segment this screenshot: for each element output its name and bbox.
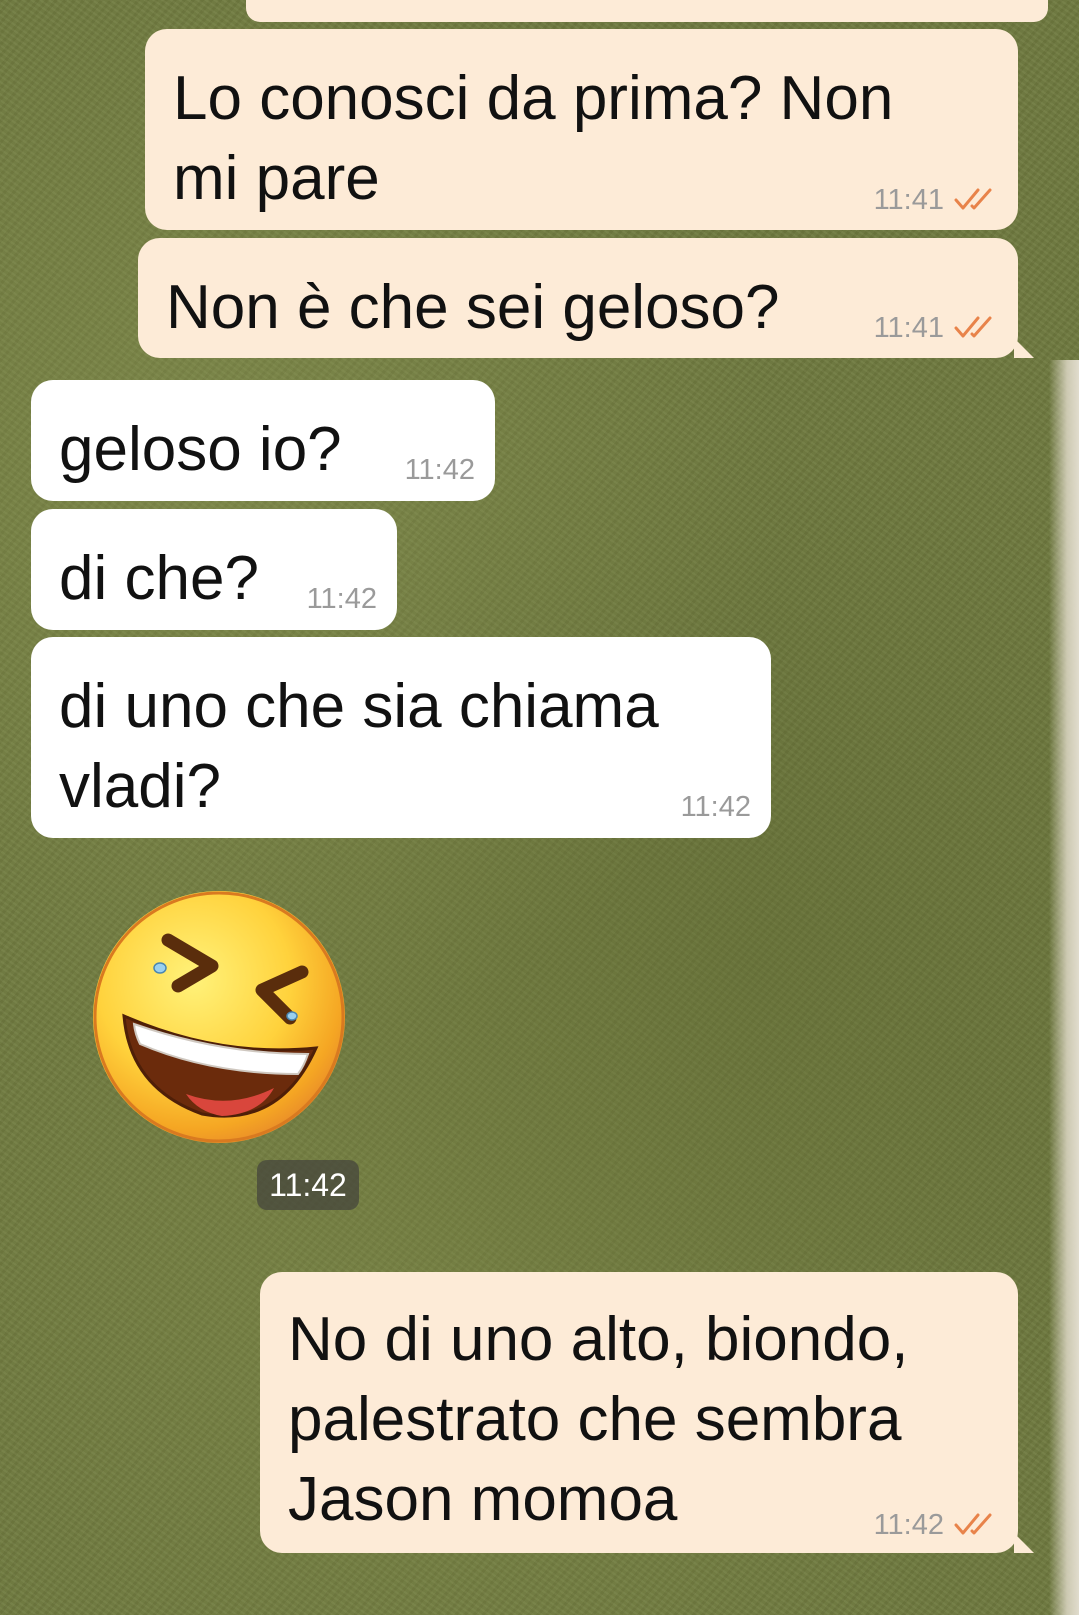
message-meta: 11:42 [681,792,751,822]
message-bubble-outgoing[interactable]: Lo conosci da prima? Non mi pare 11:41 [145,29,1018,230]
message-time: 11:42 [404,454,475,486]
emoji-message-time: 11:42 [257,1160,359,1210]
message-bubble-outgoing[interactable]: No di uno alto, biondo, palestrato che s… [260,1272,1018,1553]
double-check-icon [954,186,1000,216]
bubble-tail [1014,338,1034,358]
message-bubble-incoming[interactable]: di uno che sia chiama vladi? 11:42 [31,637,771,838]
message-bubble-outgoing[interactable]: Non è che sei geloso? 11:41 [138,238,1018,358]
message-bubble-incoming[interactable]: geloso io? 11:42 [31,380,495,501]
message-text: No di uno alto, biondo, palestrato che s… [288,1305,909,1534]
message-meta: 11:41 [874,185,1000,216]
message-bubble-incoming[interactable]: di che? 11:42 [31,509,397,630]
double-check-icon [954,1511,1000,1541]
message-time: 11:41 [873,311,944,344]
message-meta: 11:41 [874,313,1000,344]
message-text: Non è che sei geloso? [166,273,780,342]
message-meta: 11:42 [405,455,475,485]
bubble-tail [1014,1533,1034,1553]
message-time: 11:41 [873,183,944,216]
previous-message-bubble-edge [246,0,1048,22]
grinning-squinting-face-icon [93,891,345,1143]
double-check-icon [954,314,1000,344]
message-text: Lo conosci da prima? Non mi pare [173,64,894,213]
message-time: 11:42 [306,583,377,615]
message-text: di uno che sia chiama vladi? [59,672,659,821]
message-time: 11:42 [680,791,751,823]
wallpaper-edge [1049,360,1079,1615]
message-meta: 11:42 [307,584,377,614]
emoji-message[interactable] [90,888,348,1146]
message-time: 11:42 [873,1508,944,1541]
message-meta: 11:42 [874,1510,1000,1541]
